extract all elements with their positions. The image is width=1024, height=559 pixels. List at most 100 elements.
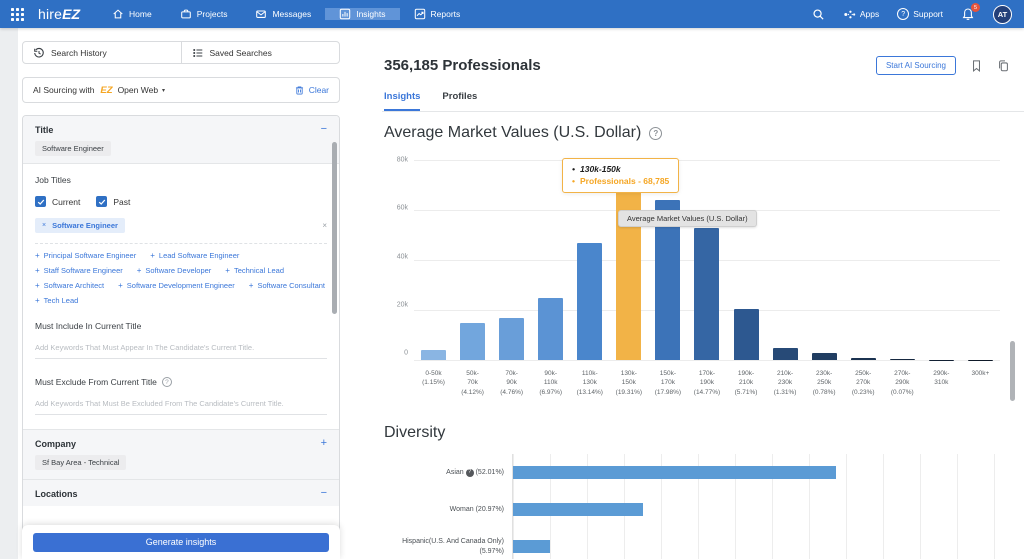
bar-190k-210k[interactable]: [734, 309, 759, 360]
x-tick-label: 0-50k(1.15%): [414, 364, 453, 402]
sidebar-footer: Generate insights: [22, 525, 340, 559]
must-include-input[interactable]: [35, 339, 327, 359]
bar-210k-230k[interactable]: [773, 348, 798, 360]
copy-icon[interactable]: [997, 59, 1010, 73]
nav-label: Projects: [197, 9, 228, 19]
search-icon[interactable]: [812, 8, 825, 21]
hover-tooltip: Average Market Values (U.S. Dollar): [618, 210, 757, 227]
bar-250k-270k[interactable]: [851, 358, 876, 360]
bookmark-icon[interactable]: [970, 59, 983, 73]
checkbox-past[interactable]: Past: [96, 196, 130, 207]
tab-profiles[interactable]: Profiles: [442, 91, 477, 111]
suggestion-add[interactable]: +Software Developer: [137, 266, 212, 275]
bar-90k-110k[interactable]: [538, 298, 563, 360]
x-tick-label: 130k-150k(19.31%): [609, 364, 648, 402]
question-icon: ?: [897, 8, 909, 20]
history-icon: [33, 47, 45, 59]
nav-item-projects[interactable]: Projects: [166, 8, 242, 20]
checkbox-label: Past: [113, 197, 130, 207]
notifications-bell[interactable]: 5: [961, 7, 975, 21]
diversity-bar-Asian[interactable]: [513, 466, 836, 479]
selected-job-title-chip[interactable]: × Software Engineer: [35, 218, 125, 233]
bar-230k-250k[interactable]: [812, 353, 837, 360]
professionals-count-title: 356,185 Professionals: [384, 57, 541, 74]
briefcase-icon: [180, 8, 192, 20]
plus-icon: +: [35, 296, 40, 305]
clear-job-titles-icon[interactable]: ×: [322, 221, 327, 230]
help-icon[interactable]: ?: [649, 127, 662, 140]
top-navbar: hireEZ Home Projects Messages Insights R…: [0, 0, 1024, 28]
bar-70k-90k[interactable]: [499, 318, 524, 360]
nav-item-home[interactable]: Home: [98, 8, 166, 20]
mv-bars: [414, 160, 1000, 360]
hireez-logo[interactable]: hireEZ: [38, 6, 80, 22]
bar-170k-190k[interactable]: [694, 228, 719, 360]
diversity-row: Hispanic(U.S. And Canada Only) (5.97%): [384, 528, 1010, 559]
tab-insights[interactable]: Insights: [384, 91, 420, 111]
suggestion-add[interactable]: +Technical Lead: [225, 266, 284, 275]
collapse-minus-icon[interactable]: −: [321, 125, 327, 134]
x-tick-label: 190k-210k(5.71%): [727, 364, 766, 402]
envelope-icon: [255, 8, 267, 20]
collapse-minus-icon[interactable]: −: [321, 489, 327, 498]
diversity-bar-Woman[interactable]: [513, 503, 643, 516]
chip-label: Software Engineer: [52, 221, 118, 230]
ai-sourcing-bar: AI Sourcing with EZ Open Web ▾ Clear: [22, 77, 340, 103]
suggestion-add[interactable]: +Lead Software Engineer: [150, 251, 239, 260]
suggestion-label: Software Development Engineer: [127, 281, 235, 290]
info-icon[interactable]: ?: [466, 469, 474, 477]
diversity-rows: Asian ? (52.01%)Woman (20.97%)Hispanic(U…: [384, 454, 1010, 559]
locations-section: Locations −: [23, 480, 339, 506]
nav-label: Reports: [431, 9, 461, 19]
y-tick-label: 0: [404, 350, 408, 357]
tab-saved-searches[interactable]: Saved Searches: [181, 42, 340, 63]
checkbox-checked-icon: [35, 196, 46, 207]
x-tick-label: 170k-190k(14.77%): [687, 364, 726, 402]
bar-50k-70k[interactable]: [460, 323, 485, 360]
support-label: Support: [913, 9, 943, 19]
open-web-dropdown[interactable]: Open Web ▾: [118, 85, 166, 95]
nav-item-insights[interactable]: Insights: [325, 8, 399, 20]
suggestion-add[interactable]: +Software Architect: [35, 281, 104, 290]
generate-insights-button[interactable]: Generate insights: [33, 533, 329, 552]
clear-button[interactable]: Clear: [294, 85, 329, 96]
plus-icon: +: [35, 281, 40, 290]
avatar[interactable]: AT: [993, 5, 1012, 24]
x-tick-label: 210k-230k(1.31%): [766, 364, 805, 402]
company-section: Company + Sf Bay Area - Technical: [23, 429, 339, 480]
checkbox-current[interactable]: Current: [35, 196, 80, 207]
divider: [35, 243, 327, 244]
nav-label: Messages: [272, 9, 311, 19]
title-tag[interactable]: Software Engineer: [35, 141, 111, 156]
sidebar-scrollbar[interactable]: [332, 142, 337, 314]
start-ai-sourcing-button[interactable]: Start AI Sourcing: [876, 56, 956, 75]
bar-270k-290k[interactable]: [890, 359, 915, 360]
bar-slot: [414, 160, 453, 360]
bar-110k-130k[interactable]: [577, 243, 602, 360]
mv-xticks: 0-50k(1.15%)50k-70k(4.12%)70k-90k(4.76%)…: [414, 364, 1000, 402]
suggestion-add[interactable]: +Software Development Engineer: [118, 281, 235, 290]
nav-item-reports[interactable]: Reports: [400, 8, 475, 20]
x-tick-label: 50k-70k(4.12%): [453, 364, 492, 402]
apps-menu[interactable]: Apps: [843, 8, 879, 21]
company-tag[interactable]: Sf Bay Area - Technical: [35, 455, 126, 470]
nav-item-messages[interactable]: Messages: [241, 8, 325, 20]
suggestion-add[interactable]: +Software Consultant: [249, 281, 325, 290]
plus-icon: +: [150, 251, 155, 260]
remove-tag-icon[interactable]: ×: [42, 222, 46, 229]
add-plus-icon[interactable]: +: [321, 439, 327, 448]
app-launcher-grid-icon[interactable]: [0, 8, 34, 21]
support-menu[interactable]: ? Support: [897, 8, 943, 20]
help-icon[interactable]: ?: [162, 377, 172, 387]
bar-0-50k[interactable]: [421, 350, 446, 360]
diversity-bar-Hispanic(U.S. And Canada Only)[interactable]: [513, 540, 550, 553]
left-gutter: [0, 28, 18, 559]
diversity-chart-title: Diversity: [384, 424, 1010, 442]
suggestion-add[interactable]: +Tech Lead: [35, 296, 78, 305]
suggestion-add[interactable]: +Staff Software Engineer: [35, 266, 123, 275]
suggestion-add[interactable]: +Principal Software Engineer: [35, 251, 136, 260]
must-exclude-input[interactable]: [35, 395, 327, 415]
tab-search-history[interactable]: Search History: [23, 42, 181, 63]
bar-slot: [883, 160, 922, 360]
main-scrollbar[interactable]: [1010, 341, 1015, 401]
